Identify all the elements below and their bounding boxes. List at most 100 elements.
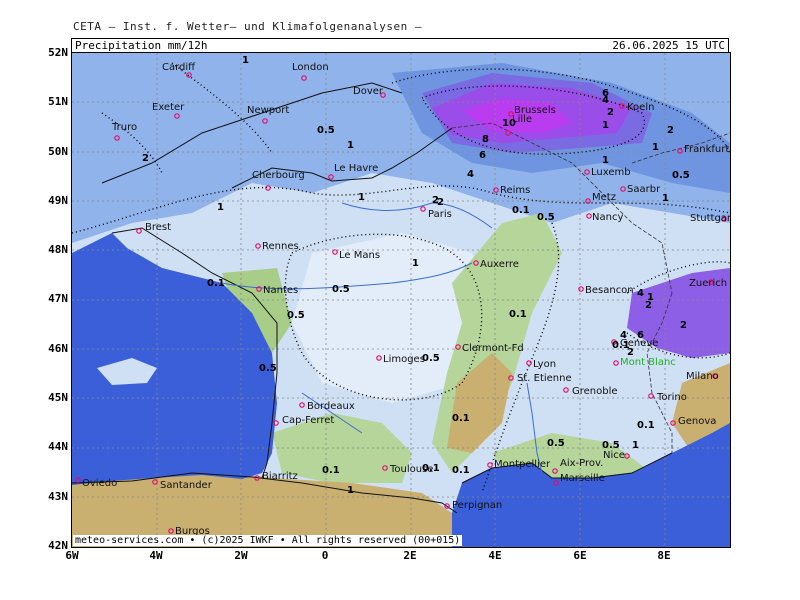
lon-label-8e: 8E	[657, 549, 671, 562]
city-label: Stuttgart	[690, 213, 730, 224]
contour-value-label: 8	[482, 134, 489, 145]
city-label: Brussels	[514, 105, 556, 116]
city-label: Nice	[603, 450, 625, 461]
city-label: Bordeaux	[307, 401, 355, 412]
contour-value-label: 0.1	[612, 340, 630, 351]
lon-label-2w: 2W	[234, 549, 248, 562]
city-label: Aix-Prov.	[560, 458, 603, 469]
valid-time: 26.06.2025 15 UTC	[612, 39, 725, 52]
contour-value-label: 1	[412, 258, 419, 269]
lon-label-4e: 4E	[488, 549, 502, 562]
contour-value-label: 6	[637, 330, 644, 341]
contour-value-label: 1	[662, 193, 669, 204]
city-label: Montpellier	[494, 459, 551, 470]
contour-value-label: 1	[242, 55, 249, 66]
lon-label-4w: 4W	[149, 549, 163, 562]
lat-label-47n: 47N	[48, 292, 68, 305]
contour-value-label: 0.5	[422, 353, 440, 364]
city-label: Biarritz	[262, 471, 298, 482]
city-label: Milano	[686, 371, 719, 382]
precipitation-map: Cardiff London Dover Exeter Truro Newport Cher…	[71, 52, 731, 548]
city-label: Rennes	[262, 241, 299, 252]
contour-value-label: 2	[680, 320, 687, 331]
contour-value-label: 0.5	[547, 438, 565, 449]
contour-value-label: 0.5	[317, 125, 335, 136]
lon-label-6e: 6E	[573, 549, 587, 562]
city-label: Saarbr	[627, 184, 661, 195]
city-label: Cap-Ferret	[282, 415, 334, 426]
lat-label-52n: 52N	[48, 46, 68, 59]
lat-label-51n: 51N	[48, 95, 68, 108]
city-label: Zuerich	[689, 278, 727, 289]
city-label: Luxemb	[591, 167, 631, 178]
contour-value-label: 0.1	[322, 465, 340, 476]
city-label: Oviedo	[82, 478, 117, 489]
city-label: Le Mans	[339, 250, 380, 261]
city-label: Perpignan	[452, 500, 502, 511]
city-label: Exeter	[152, 102, 185, 113]
header-organization: CETA — Inst. f. Wetter— und Klimafolgena…	[73, 20, 423, 33]
contour-value-label: 4	[467, 169, 474, 180]
copyright-notice: meteo-services.com • (c)2025 IWKF • All …	[73, 535, 463, 546]
city-label: Nancy	[592, 212, 623, 223]
contour-value-label: 6	[479, 150, 486, 161]
lat-label-44n: 44N	[48, 440, 68, 453]
contour-value-label: 0.1	[207, 278, 225, 289]
city-label: Genova	[678, 416, 716, 427]
contour-value-label: 1	[652, 142, 659, 153]
lat-label-45n: 45N	[48, 391, 68, 404]
lon-label-2e: 2E	[403, 549, 417, 562]
product-title: Precipitation mm/12h	[75, 39, 208, 52]
city-label: Cardiff	[162, 62, 196, 73]
contour-value-label: 0.1	[637, 420, 655, 431]
city-label: Torino	[656, 392, 687, 403]
city-label: Grenoble	[572, 386, 618, 397]
city-label: St. Etienne	[517, 373, 572, 384]
contour-value-label: 1	[632, 440, 639, 451]
city-label: Le Havre	[334, 163, 378, 174]
city-label: Mont Blanc	[620, 357, 676, 368]
lat-label-43n: 43N	[48, 490, 68, 503]
city-label: Cherbourg	[252, 170, 305, 181]
city-label: Newport	[247, 105, 289, 116]
city-label: Brest	[145, 222, 171, 233]
contour-value-label: 0.5	[332, 284, 350, 295]
lat-label-46n: 46N	[48, 342, 68, 355]
city-label: Paris	[428, 209, 452, 220]
lat-label-49n: 49N	[48, 194, 68, 207]
map-canvas: Cardiff London Dover Exeter Truro Newport Cher…	[72, 53, 730, 547]
contour-value-label: 10	[502, 118, 516, 129]
contour-value-label: 2	[645, 300, 652, 311]
city-label: Lyon	[533, 359, 556, 370]
contour-value-label: 1	[602, 120, 609, 131]
contour-value-label: 4	[602, 95, 609, 106]
city-label: Marseille	[560, 473, 605, 484]
contour-value-label: 1	[217, 202, 224, 213]
city-label: Dover	[353, 86, 384, 97]
city-label: Frankfurt	[684, 144, 729, 155]
contour-value-label: 1	[347, 485, 354, 496]
contour-value-label: 0.1	[512, 205, 530, 216]
city-label: Nantes	[263, 285, 298, 296]
contour-value-label: 2	[607, 107, 614, 118]
contour-value-label: 0.5	[259, 363, 277, 374]
lat-label-48n: 48N	[48, 243, 68, 256]
contour-value-label: 0.1	[452, 465, 470, 476]
contour-value-label: 4	[637, 288, 644, 299]
contour-value-label: 0.1	[452, 413, 470, 424]
contour-value-label: 0.5	[287, 310, 305, 321]
contour-value-label: 0.1	[509, 309, 527, 320]
city-label: Truro	[111, 122, 137, 133]
city-label: Koeln	[627, 102, 654, 113]
city-label: Auxerre	[480, 259, 519, 270]
contour-value-label: 0.5	[602, 440, 620, 451]
city-label: Metz	[592, 192, 616, 203]
title-bar: Precipitation mm/12h 26.06.2025 15 UTC	[71, 38, 729, 53]
contour-value-label: 2	[437, 197, 444, 208]
contour-value-label: 2	[142, 153, 149, 164]
city-label: Besancon	[585, 285, 634, 296]
contour-value-label: 0.1	[422, 463, 440, 474]
city-label: Limoges	[383, 354, 425, 365]
lon-label-6w: 6W	[65, 549, 79, 562]
lon-label-0: 0	[321, 549, 329, 562]
